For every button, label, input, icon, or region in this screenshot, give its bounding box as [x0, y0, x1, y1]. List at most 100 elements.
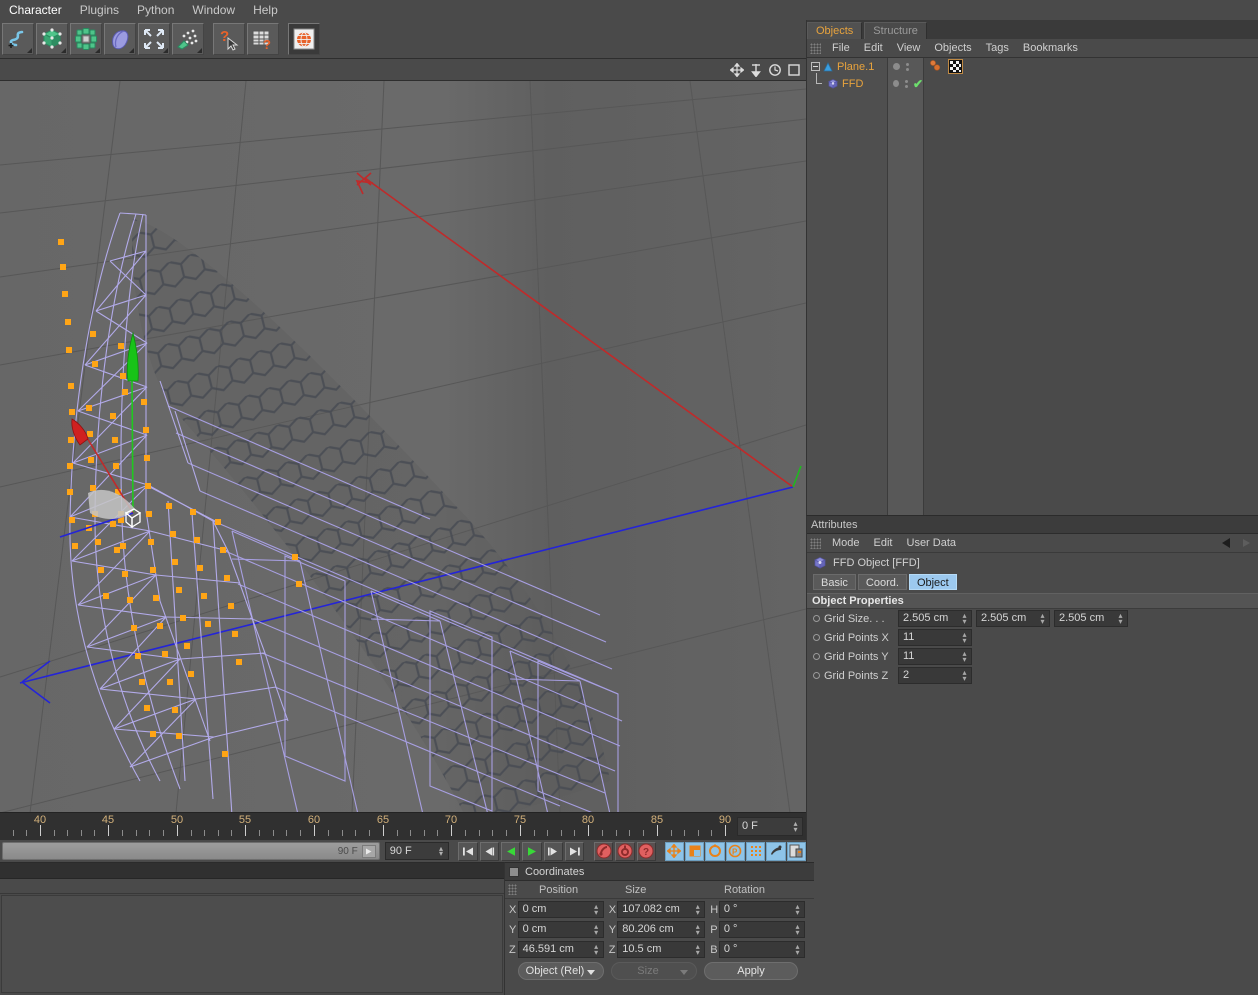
- animate-toggle-icon[interactable]: [813, 672, 820, 679]
- play-backwards-button[interactable]: [500, 841, 521, 861]
- go-to-end-button[interactable]: [564, 841, 585, 861]
- web-browser-icon[interactable]: [288, 23, 320, 55]
- animate-toggle-icon[interactable]: [813, 653, 820, 660]
- rotation-p-field[interactable]: 0 ° ▴ ▾: [718, 921, 805, 938]
- step-forward-button[interactable]: [543, 841, 563, 861]
- rotation-p-spinner[interactable]: ▴ ▾: [794, 923, 801, 937]
- step-back-button[interactable]: [479, 841, 499, 861]
- apply-button[interactable]: Apply: [704, 962, 798, 980]
- go-to-start-button[interactable]: [458, 841, 478, 861]
- rotate-camera-icon[interactable]: [766, 62, 783, 78]
- animate-toggle-icon[interactable]: [813, 634, 820, 641]
- collapse-expander-icon[interactable]: [811, 62, 820, 71]
- size-x-spinner[interactable]: ▴ ▾: [694, 903, 701, 917]
- dots-grip-icon[interactable]: [508, 884, 517, 895]
- record-position-icon[interactable]: [664, 841, 685, 861]
- rotation-h-field[interactable]: 0 ° ▴ ▾: [718, 901, 805, 918]
- grid-size-x-field[interactable]: 2.505 cm ▴ ▾: [898, 610, 972, 627]
- size-z-spinner[interactable]: ▴ ▾: [694, 943, 701, 957]
- menu-item-plugins[interactable]: Plugins: [71, 0, 128, 20]
- position-z-field[interactable]: 46.591 cm ▴ ▾: [517, 941, 604, 958]
- grid-size-y-field[interactable]: 2.505 cm ▴ ▾: [976, 610, 1050, 627]
- keyframe-selection-button[interactable]: ?: [636, 841, 656, 861]
- cube-primitive-icon[interactable]: [36, 23, 68, 55]
- grid-size-z-field[interactable]: 2.505 cm ▴ ▾: [1054, 610, 1128, 627]
- menu-item-help[interactable]: Help: [244, 0, 287, 20]
- om-menu-objects[interactable]: Objects: [927, 42, 978, 54]
- size-y-field[interactable]: 80.206 cm ▴ ▾: [617, 921, 706, 938]
- record-active-objects-button[interactable]: [593, 841, 614, 861]
- current-frame-spinner[interactable]: ▴ ▾: [792, 820, 799, 834]
- record-pla-icon[interactable]: [766, 841, 786, 861]
- particle-emitter-icon[interactable]: [172, 23, 204, 55]
- object-tags-column[interactable]: [924, 58, 1258, 515]
- grid-size-z-spinner[interactable]: ▴ ▾: [1117, 612, 1124, 626]
- object-tree-names-column[interactable]: Plane.1 FFD: [807, 58, 888, 515]
- menu-item-window[interactable]: Window: [183, 0, 244, 20]
- rotation-b-field[interactable]: 0 ° ▴ ▾: [718, 941, 805, 958]
- grid-size-y-spinner[interactable]: ▴ ▾: [1039, 612, 1046, 626]
- object-row-ffd[interactable]: FFD: [807, 73, 887, 92]
- grid-size-x-spinner[interactable]: ▴ ▾: [961, 612, 968, 626]
- om-menu-file[interactable]: File: [825, 42, 857, 54]
- grid-points-z-field[interactable]: 2 ▴ ▾: [898, 667, 972, 684]
- tag-row-plane[interactable]: [924, 58, 1258, 75]
- attr-menu-user-data[interactable]: User Data: [900, 537, 964, 549]
- attr-tab-basic[interactable]: Basic: [813, 574, 856, 590]
- autokeying-button[interactable]: [615, 841, 635, 861]
- tab-objects[interactable]: Objects: [807, 22, 863, 39]
- grid-points-x-spinner[interactable]: ▴ ▾: [961, 631, 968, 645]
- bottom-left-panel-body[interactable]: [1, 895, 503, 993]
- rotation-h-spinner[interactable]: ▴ ▾: [794, 903, 801, 917]
- editor-visibility-dot-icon[interactable]: [893, 63, 900, 70]
- timeline-range-slider[interactable]: 90 F: [2, 842, 380, 860]
- viewport-canvas[interactable]: [0, 81, 806, 812]
- bend-deformer-icon[interactable]: [138, 23, 170, 55]
- keyframe-options-icon[interactable]: [786, 841, 807, 861]
- attr-menu-edit[interactable]: Edit: [867, 537, 900, 549]
- render-visibility-dots-icon[interactable]: [906, 60, 909, 73]
- grid-points-z-spinner[interactable]: ▴ ▾: [961, 669, 968, 683]
- deformer-enabled-check-icon[interactable]: ✔: [913, 77, 923, 91]
- play-forwards-button[interactable]: [522, 841, 542, 861]
- dots-grip-icon[interactable]: [810, 42, 821, 54]
- om-menu-view[interactable]: View: [890, 42, 928, 54]
- record-points-icon[interactable]: [746, 841, 766, 861]
- material-tag-icon[interactable]: [928, 59, 943, 74]
- size-mode-select[interactable]: Size: [611, 962, 697, 980]
- attr-tab-object[interactable]: Object: [908, 574, 957, 590]
- array-generator-icon[interactable]: [70, 23, 102, 55]
- end-frame-field[interactable]: 90 F ▴ ▾: [384, 842, 449, 860]
- object-row-plane[interactable]: Plane.1: [807, 58, 887, 75]
- visibility-row-plane[interactable]: [888, 58, 923, 75]
- size-y-spinner[interactable]: ▴ ▾: [694, 923, 701, 937]
- menu-item-python[interactable]: Python: [128, 0, 183, 20]
- om-menu-tags[interactable]: Tags: [979, 42, 1016, 54]
- size-x-field[interactable]: 107.082 cm ▴ ▾: [617, 901, 706, 918]
- maximize-viewport-icon[interactable]: [785, 62, 802, 78]
- nav-forward-icon[interactable]: [1238, 536, 1254, 550]
- position-z-spinner[interactable]: ▴ ▾: [593, 943, 600, 957]
- record-scale-icon[interactable]: [685, 841, 705, 861]
- rotation-b-spinner[interactable]: ▴ ▾: [794, 943, 801, 957]
- timeline-slider-handle-icon[interactable]: [361, 844, 376, 858]
- animate-toggle-icon[interactable]: [813, 615, 820, 622]
- attr-tab-coord[interactable]: Coord.: [857, 574, 907, 590]
- table-help-icon[interactable]: ?: [247, 23, 279, 55]
- end-frame-spinner[interactable]: ▴ ▾: [438, 845, 445, 858]
- menu-item-character[interactable]: Character: [0, 0, 71, 20]
- tab-structure[interactable]: Structure: [864, 22, 927, 39]
- grid-points-y-field[interactable]: 11 ▴ ▾: [898, 648, 972, 665]
- help-cursor-icon[interactable]: ?: [213, 23, 245, 55]
- om-menu-edit[interactable]: Edit: [857, 42, 890, 54]
- position-y-field[interactable]: 0 cm ▴ ▾: [517, 921, 604, 938]
- position-x-field[interactable]: 0 cm ▴ ▾: [517, 901, 604, 918]
- tag-row-ffd[interactable]: [924, 75, 1258, 92]
- timeline-ruler[interactable]: 40 45 50 55 60 65 70 75 80 85 90 0 F ▴ ▾: [0, 812, 806, 840]
- spline-tool-icon[interactable]: [2, 23, 34, 55]
- texture-tag-icon[interactable]: [948, 59, 963, 74]
- position-y-spinner[interactable]: ▴ ▾: [593, 923, 600, 937]
- dolly-camera-icon[interactable]: [747, 62, 764, 78]
- current-frame-field[interactable]: 0 F ▴ ▾: [737, 817, 803, 836]
- render-visibility-dots-icon[interactable]: [904, 77, 908, 90]
